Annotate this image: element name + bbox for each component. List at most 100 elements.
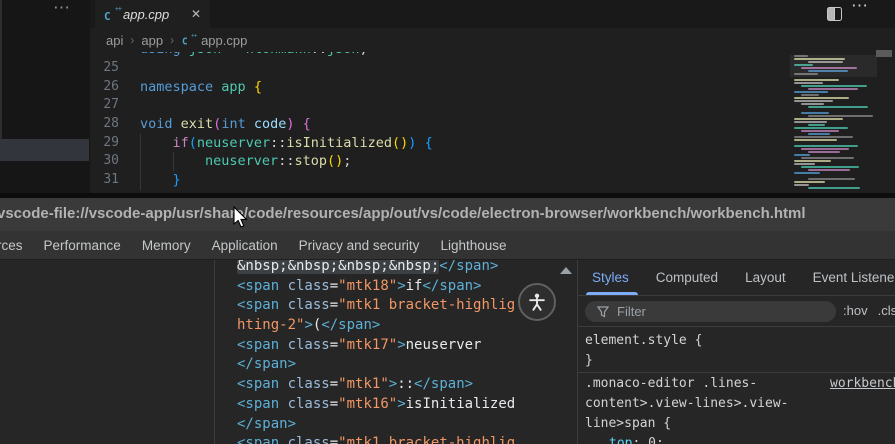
token: { xyxy=(302,116,311,133)
breadcrumb-app[interactable]: app xyxy=(141,33,163,48)
dom-tree-line[interactable]: &nbsp;&nbsp;&nbsp;&nbsp;</span> xyxy=(216,260,556,277)
vscode-left-panel: ⋯ xyxy=(0,0,90,193)
line-number[interactable]: 25 xyxy=(90,59,140,78)
token: :: xyxy=(311,52,327,57)
dom-token: </span> xyxy=(237,415,297,432)
token: = xyxy=(221,52,245,57)
token: if xyxy=(172,134,189,151)
code-line[interactable]: 29 if(neuserver::isInitialized()) { xyxy=(90,133,790,153)
devtools-tab-lighthouse[interactable]: Lighthouse xyxy=(440,238,506,253)
devtools-tab-privacy-and-security[interactable]: Privacy and security xyxy=(299,238,420,253)
line-number[interactable]: 30 xyxy=(90,152,140,171)
devtools-tab-performance[interactable]: Performance xyxy=(44,238,121,253)
token: neuserver xyxy=(196,134,271,151)
code-editor[interactable]: 24using json = nlohmann::json;2526namesp… xyxy=(90,52,790,193)
code-text: } xyxy=(140,171,181,190)
token: namespace xyxy=(140,78,214,95)
styles-tab-computed[interactable]: Computed xyxy=(656,270,718,285)
editor-actions-more-icon[interactable]: ⋯ xyxy=(851,0,869,16)
line-number[interactable]: 28 xyxy=(90,115,140,134)
token: neuserver xyxy=(205,153,279,170)
devtools-tab-application[interactable]: Application xyxy=(212,238,278,253)
tab-app-cpp[interactable]: C ++ app.cpp ✕ xyxy=(95,0,210,28)
dom-token: </span> xyxy=(439,260,499,274)
line-number[interactable]: 31 xyxy=(90,171,140,190)
code-line[interactable]: 25 xyxy=(90,59,790,78)
dom-token: = xyxy=(329,435,339,444)
minimap-line xyxy=(808,169,850,171)
code-line[interactable]: 31 } xyxy=(90,171,790,190)
mouse-cursor xyxy=(233,206,248,228)
token: void xyxy=(140,116,173,133)
dom-token: = xyxy=(329,297,339,314)
scroll-up-arrow-icon[interactable] xyxy=(560,267,572,274)
indent-guide xyxy=(140,133,141,153)
devtools-tab-memory[interactable]: Memory xyxy=(142,238,191,253)
filter-funnel-icon xyxy=(597,305,609,317)
accessibility-overlay-icon[interactable] xyxy=(518,283,556,321)
dom-tree-line[interactable]: <span class="mtk1 bracket-highlig xyxy=(216,296,556,316)
token: json xyxy=(189,52,222,57)
minimap-line xyxy=(808,151,840,153)
line-number[interactable]: 26 xyxy=(90,78,140,97)
minimap-line xyxy=(808,133,830,135)
toggle-hover-state-button[interactable]: :hov xyxy=(843,303,868,318)
stylesheet-source-link[interactable]: workbench xyxy=(830,376,895,391)
line-number[interactable]: 27 xyxy=(90,96,140,115)
editor-scrollbar-thumb[interactable] xyxy=(876,50,892,57)
tab-close-icon[interactable]: ✕ xyxy=(191,7,201,21)
minimap-line xyxy=(794,121,827,123)
css-property-line[interactable]: top: 0; xyxy=(585,434,895,444)
dom-tree-scrollbar[interactable] xyxy=(556,260,577,444)
minimap-line xyxy=(794,145,858,147)
dom-token: > xyxy=(388,376,398,393)
devtools-tab-sources[interactable]: Sources xyxy=(0,238,23,253)
code-line[interactable]: 28 void exit(int code) { xyxy=(90,115,790,134)
code-line[interactable]: 30 neuserver::stop(); xyxy=(90,152,790,172)
dom-tree-line[interactable]: </span> xyxy=(216,415,556,435)
token: code xyxy=(253,116,287,133)
split-editor-icon[interactable] xyxy=(827,7,842,26)
minimap-line xyxy=(808,178,855,180)
code-line[interactable]: 24using json = nlohmann::json; xyxy=(90,52,790,59)
dom-tree-line[interactable]: <span class="mtk18">if</span> xyxy=(216,277,556,297)
token: ( xyxy=(188,134,197,151)
devtools-title-url: vscode-file://vscode-app/usr/share/code/… xyxy=(0,205,806,222)
breadcrumb-api[interactable]: api xyxy=(106,33,123,48)
dom-tree-line[interactable]: hting-2">(</span> xyxy=(216,316,556,336)
token: using xyxy=(140,52,181,57)
dom-token: class xyxy=(287,395,330,412)
line-number[interactable]: 29 xyxy=(90,134,140,153)
dom-token: :: xyxy=(397,376,415,393)
code-line[interactable]: 27 xyxy=(90,96,790,115)
minimap-line xyxy=(794,172,820,174)
monaco-rule[interactable]: .monaco-editor .lines- content>.view-lin… xyxy=(585,374,895,444)
line-number[interactable]: 24 xyxy=(90,52,140,59)
dom-tree-line[interactable]: <span class="mtk17">neuserver xyxy=(216,336,556,356)
dom-token: class xyxy=(287,297,330,314)
dom-tree-line[interactable]: <span class="mtk16">isInitialized xyxy=(216,395,556,415)
styles-tab-styles[interactable]: Styles xyxy=(592,270,629,285)
minimap-slider[interactable] xyxy=(790,55,877,77)
editor-tab-bar: C ++ app.cpp ✕ ⋯ xyxy=(90,0,895,28)
styles-filter-input[interactable]: Filter xyxy=(585,301,836,322)
breadcrumb-file[interactable]: app.cpp xyxy=(201,33,247,48)
dom-token: class xyxy=(287,376,330,393)
toggle-classes-button[interactable]: .cls xyxy=(878,303,895,318)
inline-style-close[interactable]: } xyxy=(585,351,895,371)
screen: C ++ app.cpp ✕ ⋯ ⋯ api › app › C ++ app.… xyxy=(0,0,895,444)
styles-tab-layout[interactable]: Layout xyxy=(745,270,786,285)
styles-tab-event-listeners[interactable]: Event Listeners xyxy=(813,270,895,285)
more-actions-icon[interactable]: ⋯ xyxy=(53,0,71,18)
styles-tab-bar: Styles Computed Layout Event Listeners xyxy=(578,260,895,296)
dom-tree-line[interactable]: </span> xyxy=(216,355,556,375)
minimap-line xyxy=(801,157,854,159)
inline-style-rule[interactable]: element.style { xyxy=(585,331,895,351)
dom-tree-line[interactable]: <span class="mtk1">::</span> xyxy=(216,375,556,395)
vscode-window: C ++ app.cpp ✕ ⋯ ⋯ api › app › C ++ app.… xyxy=(0,0,895,193)
dom-tree-line[interactable]: <span class="mtk1 bracket-highlig xyxy=(216,434,556,444)
minimap-line xyxy=(801,130,839,132)
code-line[interactable]: 26 namespace app { xyxy=(90,78,790,97)
